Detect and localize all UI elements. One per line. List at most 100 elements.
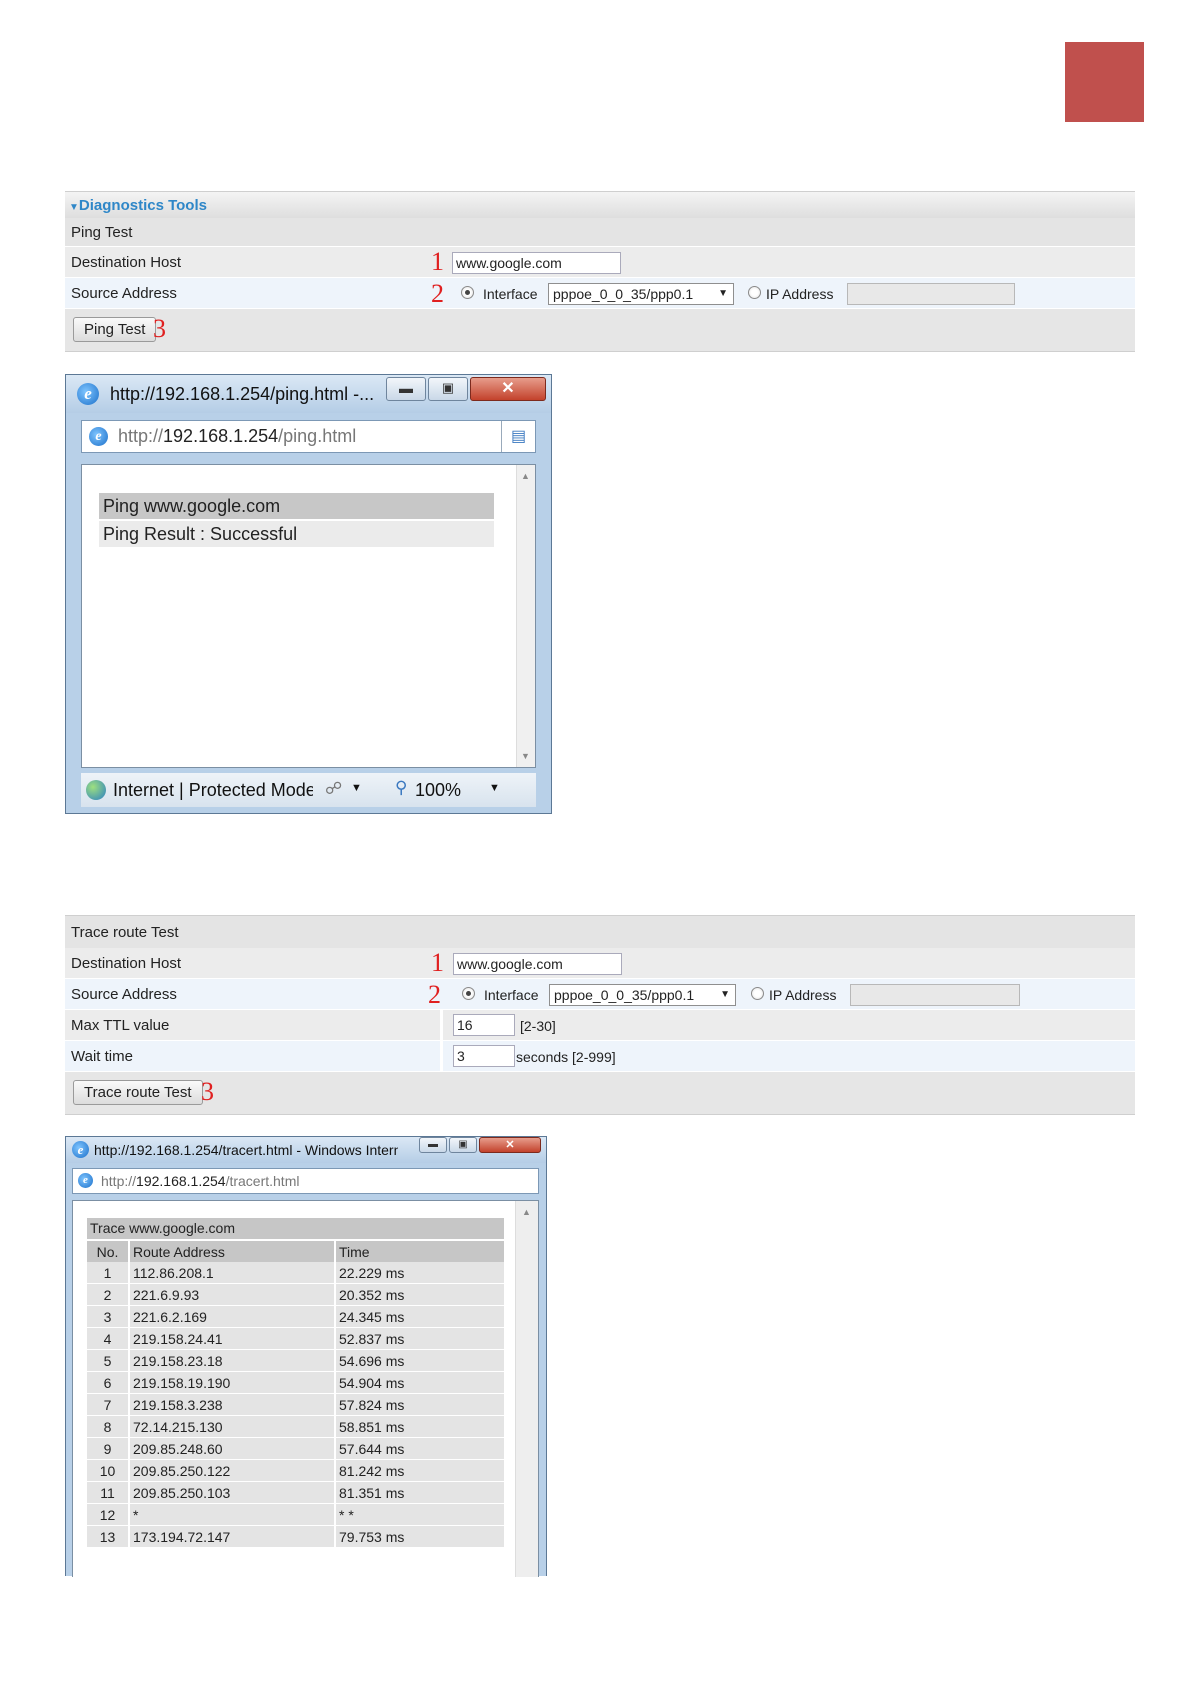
zoom-icon[interactable]: ⚲: [395, 778, 407, 798]
ip-address-radio[interactable]: [748, 286, 761, 299]
protected-mode-dropdown-icon[interactable]: ▼: [351, 782, 362, 794]
table-row: 5 219.158.23.18 54.696 ms: [87, 1349, 504, 1372]
trace-address-host: 192.168.1.254: [136, 1173, 226, 1189]
hop-time: 81.351 ms: [334, 1481, 504, 1504]
ie-icon: e: [77, 383, 99, 405]
trace-minimize-icon[interactable]: ▬: [419, 1137, 447, 1153]
table-row: 10 209.85.250.122 81.242 ms: [87, 1459, 504, 1482]
zoom-dropdown-icon[interactable]: ▼: [489, 782, 500, 794]
route-address: 209.85.248.60: [128, 1437, 335, 1460]
trace-interface-label: Interface: [484, 987, 539, 1003]
trace-interface-radio[interactable]: [462, 987, 475, 1000]
trace-destination-label: Destination Host: [71, 955, 182, 972]
trace-ie-icon: e: [72, 1141, 89, 1158]
hop-number: 3: [87, 1305, 129, 1328]
collapse-triangle-icon: ▼: [69, 202, 79, 213]
security-zone-text: Internet | Protected Mode: [113, 780, 313, 800]
trace-window-title: http://192.168.1.254/tracert.html - Wind…: [94, 1142, 398, 1158]
ping-window-title: http://192.168.1.254/ping.html -...: [110, 384, 375, 404]
route-address: *: [128, 1503, 335, 1526]
hop-number: 4: [87, 1327, 129, 1350]
trace-window-scrollbar[interactable]: ▲: [515, 1201, 538, 1577]
ping-window-address-bar[interactable]: e http://192.168.1.254/ping.html ▤: [81, 420, 536, 453]
scroll-up-icon[interactable]: ▲: [521, 471, 530, 481]
hop-time: 57.644 ms: [334, 1437, 504, 1460]
max-ttl-range: [2-30]: [520, 1018, 556, 1034]
trace-window-titlebar[interactable]: e http://192.168.1.254/tracert.html - Wi…: [66, 1137, 546, 1163]
interface-radio[interactable]: [461, 286, 474, 299]
trace-route-test-button[interactable]: Trace route Test: [73, 1080, 203, 1105]
trace-source-row: Source Address 2 Interface pppoe_0_0_35/…: [65, 979, 1135, 1009]
trace-route-header: Trace route Test: [65, 915, 1135, 948]
max-ttl-input[interactable]: 16: [453, 1014, 515, 1036]
interface-select[interactable]: pppoe_0_0_35/ppp0.1 ▼: [548, 283, 734, 305]
close-icon[interactable]: ✕: [470, 377, 546, 401]
trace-table-title: Trace www.google.com: [87, 1218, 504, 1239]
trace-interface-select[interactable]: pppoe_0_0_35/ppp0.1 ▼: [549, 984, 736, 1006]
trace-marker-1: 1: [431, 948, 444, 977]
globe-icon: [86, 780, 106, 800]
hop-time: 81.242 ms: [334, 1459, 504, 1482]
ip-address-input[interactable]: [847, 283, 1015, 305]
table-row: 8 72.14.215.130 58.851 ms: [87, 1415, 504, 1438]
ip-address-label: IP Address: [766, 286, 834, 302]
trace-result-table: No. Route Address Time 1 112.86.208.1 22.2…: [87, 1241, 504, 1548]
wait-time-label: Wait time: [71, 1048, 133, 1065]
hop-time: 54.904 ms: [334, 1371, 504, 1394]
trace-ip-address-radio[interactable]: [751, 987, 764, 1000]
ping-test-title: Ping Test: [71, 224, 133, 241]
interface-label: Interface: [483, 286, 538, 302]
route-address: 221.6.2.169: [128, 1305, 335, 1328]
hop-number: 1: [87, 1262, 129, 1284]
trace-marker-3: 3: [201, 1077, 214, 1106]
minimize-icon[interactable]: ▬: [386, 377, 426, 401]
table-row: 2 221.6.9.93 20.352 ms: [87, 1283, 504, 1306]
route-address: 219.158.19.190: [128, 1371, 335, 1394]
trace-maximize-icon[interactable]: ▣: [449, 1137, 477, 1153]
zoom-level[interactable]: 100%: [415, 780, 461, 801]
ping-test-panel: ▼Diagnostics Tools Ping Test Destination…: [65, 191, 1135, 361]
trace-address-prefix: http://: [101, 1173, 137, 1189]
route-address: 219.158.23.18: [128, 1349, 335, 1372]
ping-test-button[interactable]: Ping Test: [73, 317, 157, 342]
ping-test-header: Ping Test: [65, 218, 1135, 246]
ping-window-content: Ping www.google.com Ping Result : Succes…: [81, 464, 536, 768]
route-address: 209.85.250.122: [128, 1459, 335, 1482]
trace-window-address-bar[interactable]: e http://192.168.1.254/tracert.html: [72, 1168, 539, 1194]
trace-page-ie-icon: e: [78, 1173, 93, 1188]
trace-route-title: Trace route Test: [71, 924, 179, 941]
scroll-down-icon[interactable]: ▼: [521, 751, 530, 761]
max-ttl-label: Max TTL value: [71, 1017, 170, 1034]
wait-time-range: seconds [2-999]: [516, 1049, 616, 1065]
trace-scroll-up-icon[interactable]: ▲: [522, 1207, 531, 1217]
table-row: 1 112.86.208.1 22.229 ms: [87, 1262, 504, 1284]
lock-icon[interactable]: ☍: [325, 779, 342, 799]
maximize-icon[interactable]: ▣: [428, 377, 468, 401]
hop-time: 20.352 ms: [334, 1283, 504, 1306]
wait-time-row: Wait time 3 seconds [2-999]: [65, 1041, 1135, 1071]
route-address: 173.194.72.147: [128, 1525, 335, 1548]
trace-ip-address-input[interactable]: [850, 984, 1020, 1006]
hop-time: 24.345 ms: [334, 1305, 504, 1328]
trace-destination-input[interactable]: www.google.com: [453, 953, 622, 975]
hop-time: 54.696 ms: [334, 1349, 504, 1372]
marker-2: 2: [431, 279, 444, 308]
diagnostics-tools-header[interactable]: ▼Diagnostics Tools: [65, 191, 1135, 218]
page-ie-icon: e: [89, 427, 108, 446]
hop-time: 79.753 ms: [334, 1525, 504, 1548]
source-address-label: Source Address: [71, 285, 177, 302]
ping-button-row: Ping Test 3: [65, 309, 1135, 352]
destination-host-label: Destination Host: [71, 254, 182, 271]
ping-window-statusbar: Internet | Protected Mode ☍ ▼ ⚲ 100% ▼: [81, 773, 536, 807]
destination-host-input[interactable]: www.google.com: [452, 252, 621, 274]
trace-close-icon[interactable]: ✕: [479, 1137, 541, 1153]
table-row: 13 173.194.72.147 79.753 ms: [87, 1525, 504, 1548]
ping-result-text: Ping Result : Successful: [99, 521, 494, 547]
column-header-no: No.: [87, 1241, 129, 1262]
compat-view-icon[interactable]: ▤: [501, 421, 535, 452]
ping-window-titlebar[interactable]: e http://192.168.1.254/ping.html -... ▬ …: [66, 375, 551, 413]
hop-number: 13: [87, 1525, 129, 1548]
ping-window-scrollbar[interactable]: ▲ ▼: [516, 465, 535, 767]
hop-number: 7: [87, 1393, 129, 1416]
wait-time-input[interactable]: 3: [453, 1045, 515, 1067]
